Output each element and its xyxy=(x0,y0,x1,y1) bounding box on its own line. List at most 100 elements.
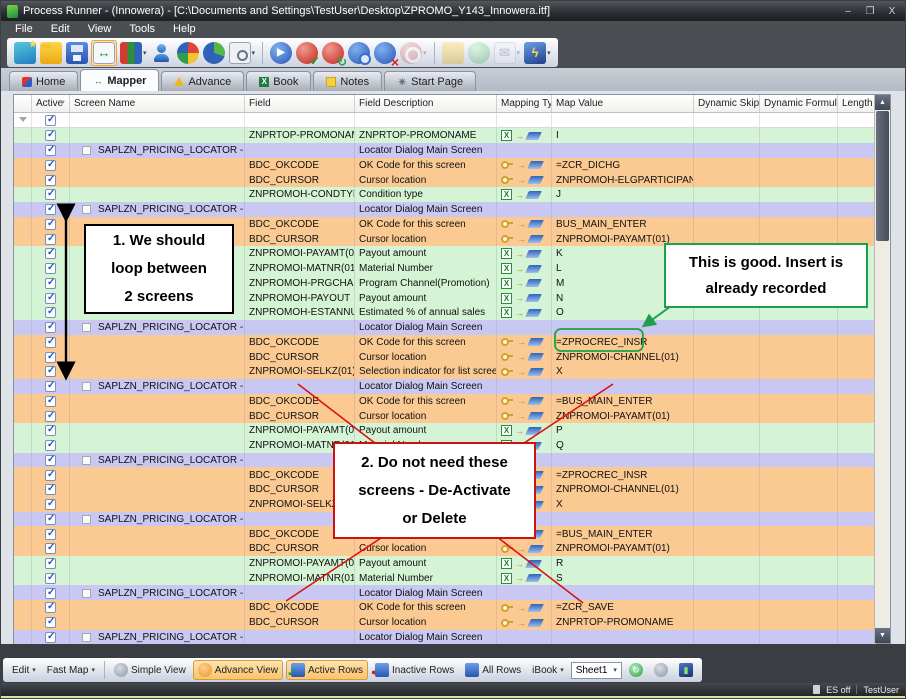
dynamic-formula-cell[interactable] xyxy=(760,482,838,497)
field-cell[interactable]: BDC_OKCODE xyxy=(245,394,355,409)
mapping-type-cell[interactable]: X→ xyxy=(497,571,552,586)
map-value-cell[interactable] xyxy=(552,630,694,645)
field-description-cell[interactable]: Estimated % of annual sales xyxy=(355,305,497,320)
mapping-type-cell[interactable]: → xyxy=(497,408,552,423)
active-checkbox[interactable] xyxy=(45,293,56,304)
table-row[interactable]: ZNPROMOI-PAYAMT(01)Payout amountX→P xyxy=(14,423,876,438)
field-cell[interactable]: BDC_CURSOR xyxy=(245,172,355,187)
dropdown-caret-icon[interactable]: ▾ xyxy=(517,49,521,57)
screen-name-cell[interactable] xyxy=(70,556,245,571)
screen-name-cell[interactable] xyxy=(70,600,245,615)
mapping-type-cell[interactable]: X→ xyxy=(497,128,552,143)
field-description-cell[interactable]: OK Code for this screen xyxy=(355,217,497,232)
dynamic-formula-cell[interactable] xyxy=(760,364,838,379)
length-cell[interactable] xyxy=(838,202,876,217)
active-cell[interactable] xyxy=(32,571,70,586)
active-cell[interactable] xyxy=(32,408,70,423)
dynamic-skip-cell[interactable] xyxy=(694,202,760,217)
schedule-icon-button[interactable] xyxy=(467,41,491,65)
field-description-cell[interactable]: Cursor location xyxy=(355,615,497,630)
field-cell[interactable] xyxy=(245,630,355,645)
screen-name-cell[interactable]: SAPLZN_PRICING_LOCATOR - 3000 xyxy=(70,202,245,217)
filter-cell[interactable] xyxy=(694,113,760,127)
screen-name-cell[interactable] xyxy=(70,615,245,630)
active-cell[interactable] xyxy=(32,630,70,645)
map-value-cell[interactable] xyxy=(552,453,694,468)
length-cell[interactable] xyxy=(838,364,876,379)
screen-name-cell[interactable] xyxy=(70,497,245,512)
filter-cell[interactable] xyxy=(355,113,497,127)
field-cell[interactable]: ZNPROMOH-ESTANNUAL xyxy=(245,305,355,320)
active-cell[interactable] xyxy=(32,615,70,630)
table-row[interactable]: SAPLZN_PRICING_LOCATOR - 3000Locator Dia… xyxy=(14,585,876,600)
screen-name-cell[interactable] xyxy=(70,571,245,586)
length-cell[interactable] xyxy=(838,423,876,438)
screen-name-cell[interactable] xyxy=(70,438,245,453)
active-cell[interactable] xyxy=(32,423,70,438)
active-checkbox[interactable] xyxy=(45,219,56,230)
active-checkbox[interactable] xyxy=(45,573,56,584)
dropdown-caret-icon[interactable]: ▾ xyxy=(32,666,36,674)
map-value-cell[interactable] xyxy=(552,585,694,600)
mapping-type-cell[interactable]: X→ xyxy=(497,276,552,291)
map-value-cell[interactable] xyxy=(552,512,694,527)
minimize-button[interactable]: – xyxy=(841,6,855,17)
dynamic-skip-cell[interactable] xyxy=(694,600,760,615)
screen-checkbox[interactable] xyxy=(82,456,91,465)
length-cell[interactable] xyxy=(838,408,876,423)
active-checkbox[interactable] xyxy=(45,455,56,466)
column-header-dynamic-skip[interactable]: Dynamic Skip xyxy=(694,95,760,112)
table-row[interactable]: BDC_CURSORCursor location→ZNPROMOI-PAYAM… xyxy=(14,541,876,556)
active-checkbox[interactable] xyxy=(45,411,56,422)
dynamic-formula-cell[interactable] xyxy=(760,335,838,350)
length-cell[interactable] xyxy=(838,585,876,600)
field-cell[interactable]: BDC_CURSOR xyxy=(245,408,355,423)
active-cell[interactable] xyxy=(32,497,70,512)
active-cell[interactable] xyxy=(32,349,70,364)
column-header-field[interactable]: Field xyxy=(245,95,355,112)
field-description-cell[interactable]: Cursor location xyxy=(355,541,497,556)
sap-shortcut-icon-button[interactable]: ϟ▾ xyxy=(523,41,552,65)
screen-name-cell[interactable] xyxy=(70,482,245,497)
length-cell[interactable] xyxy=(838,172,876,187)
active-checkbox[interactable] xyxy=(45,160,56,171)
menu-view[interactable]: View xyxy=(80,23,120,35)
field-description-cell[interactable]: Condition type xyxy=(355,187,497,202)
active-checkbox[interactable] xyxy=(45,617,56,628)
screen-checkbox[interactable] xyxy=(82,589,91,598)
dynamic-skip-cell[interactable] xyxy=(694,541,760,556)
length-cell[interactable] xyxy=(838,600,876,615)
screen-name-cell[interactable]: SAPLZN_PRICING_LOCATOR - 3000 xyxy=(70,630,245,645)
tab-notes[interactable]: Notes xyxy=(313,71,382,91)
screen-name-cell[interactable] xyxy=(70,423,245,438)
mapping-type-cell[interactable]: → xyxy=(497,600,552,615)
dynamic-skip-cell[interactable] xyxy=(694,630,760,645)
mail-icon-button[interactable]: ✉▾ xyxy=(493,41,522,65)
open-file-icon-button[interactable] xyxy=(39,41,63,65)
dynamic-skip-cell[interactable] xyxy=(694,467,760,482)
dropdown-caret-icon[interactable]: ▾ xyxy=(91,666,95,674)
dynamic-skip-cell[interactable] xyxy=(694,556,760,571)
table-row[interactable]: SAPLZN_PRICING_LOCATOR - 3000Locator Dia… xyxy=(14,143,876,158)
table-row[interactable]: BDC_OKCODEOK Code for this screen→=ZCR_D… xyxy=(14,158,876,173)
field-cell[interactable]: BDC_CURSOR xyxy=(245,615,355,630)
filter-cell[interactable] xyxy=(838,113,876,127)
map-value-cell[interactable]: ZNPROMOI-CHANNEL(01) xyxy=(552,482,694,497)
active-checkbox[interactable] xyxy=(45,470,56,481)
active-cell[interactable] xyxy=(32,541,70,556)
active-rows-button[interactable]: Active Rows xyxy=(286,660,368,680)
dropdown-caret-icon[interactable]: ▾ xyxy=(252,49,256,57)
column-header-mapping-type[interactable]: Mapping Type xyxy=(497,95,552,112)
screen-name-cell[interactable] xyxy=(70,172,245,187)
refresh-button[interactable]: ↻ xyxy=(625,661,647,679)
length-cell[interactable] xyxy=(838,556,876,571)
field-description-cell[interactable]: Locator Dialog Main Screen xyxy=(355,379,497,394)
map-value-cell[interactable]: R xyxy=(552,556,694,571)
table-row[interactable]: SAPLZN_PRICING_LOCATOR - 3000Locator Dia… xyxy=(14,379,876,394)
active-cell[interactable] xyxy=(32,556,70,571)
mapping-type-cell[interactable]: → xyxy=(497,615,552,630)
screen-name-cell[interactable] xyxy=(70,335,245,350)
dynamic-formula-cell[interactable] xyxy=(760,423,838,438)
dynamic-formula-cell[interactable] xyxy=(760,438,838,453)
length-cell[interactable] xyxy=(838,379,876,394)
